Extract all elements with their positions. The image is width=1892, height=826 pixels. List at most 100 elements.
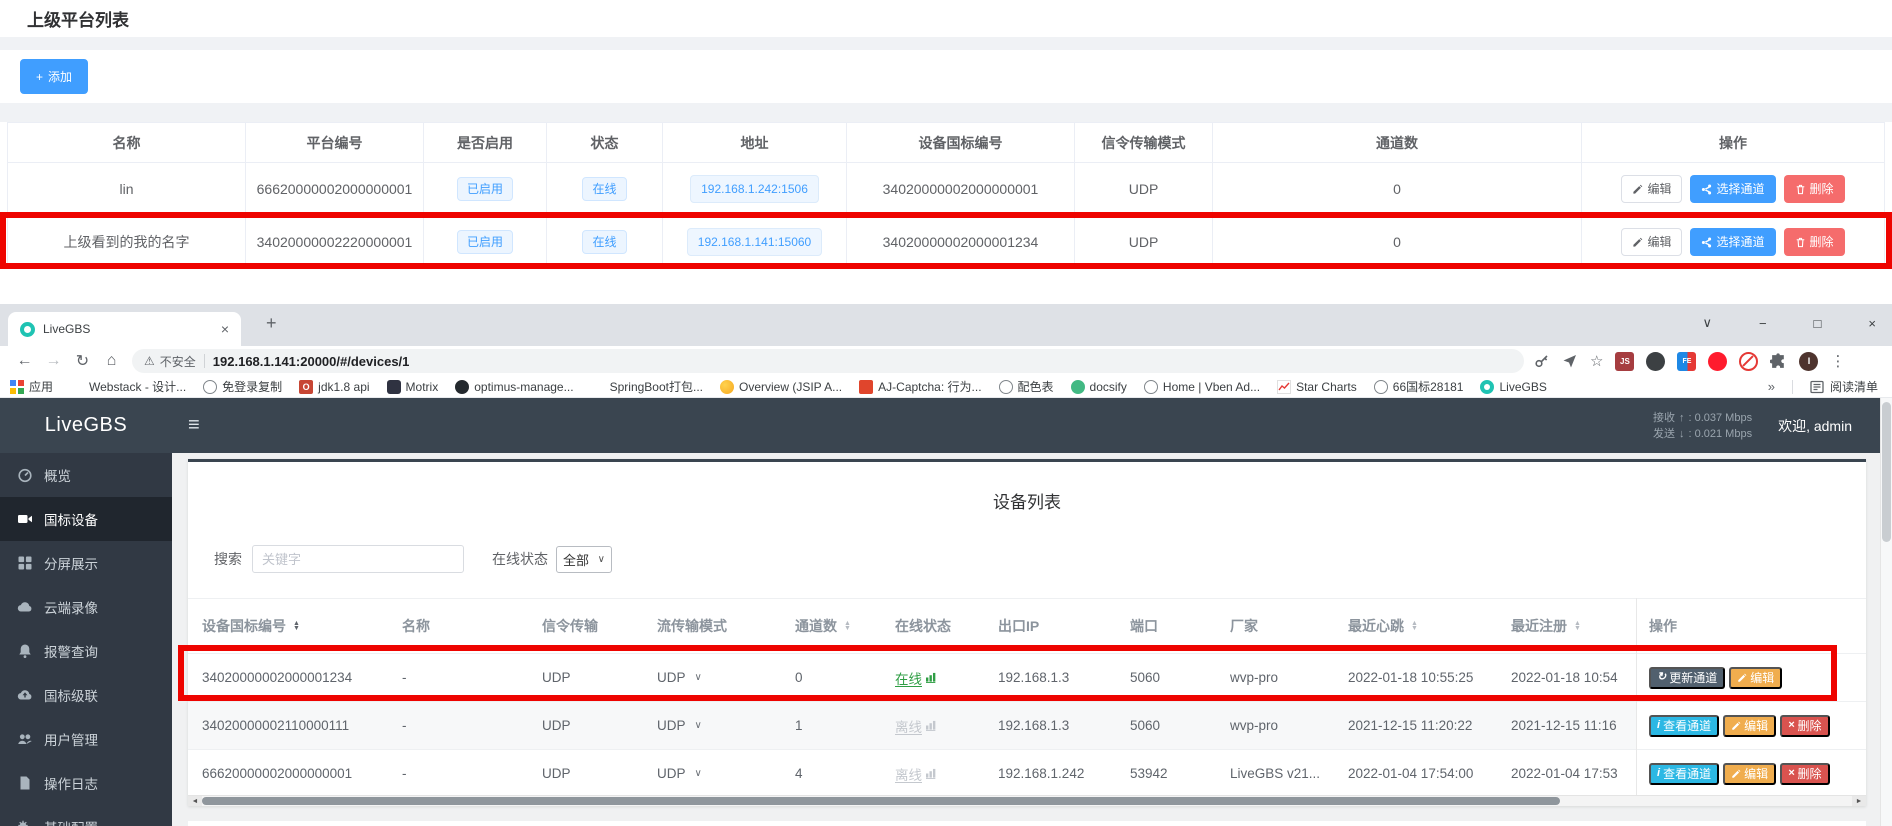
back-icon[interactable]: ← xyxy=(10,352,39,370)
bookmark-vben[interactable]: Home | Vben Ad... xyxy=(1144,380,1260,394)
bookmark-livegbs[interactable]: LiveGBS xyxy=(1480,380,1546,394)
window-close-icon[interactable]: × xyxy=(1868,316,1876,331)
edit-button[interactable]: 编辑 xyxy=(1723,715,1776,737)
bookmark-webstack[interactable]: Webstack - 设计... xyxy=(70,378,186,395)
horizontal-scrollbar[interactable]: ◄ ► xyxy=(188,795,1866,806)
chevron-down-icon: ∨ xyxy=(695,768,702,779)
edit-button[interactable]: 编辑 xyxy=(1621,175,1682,203)
bookmark-star-icon[interactable]: ☆ xyxy=(1590,352,1603,370)
status-offline-link[interactable]: 离线 xyxy=(895,764,937,784)
select-channel-button[interactable]: 选择通道 xyxy=(1690,228,1775,256)
extension-red-icon[interactable] xyxy=(1708,352,1727,371)
reading-list-button[interactable]: 阅读清单 xyxy=(1810,378,1878,395)
home-icon[interactable]: ⌂ xyxy=(97,352,126,370)
bookmark-springboot[interactable]: SpringBoot打包... xyxy=(591,378,703,395)
sidebar-item-operation-log[interactable]: 操作日志 xyxy=(0,761,172,805)
bookmark-jdk[interactable]: Ojdk1.8 api xyxy=(299,380,369,394)
hamburger-icon[interactable]: ≡ xyxy=(188,414,200,437)
extensions-puzzle-icon[interactable] xyxy=(1770,353,1787,370)
sort-icon[interactable]: ▲▼ xyxy=(293,621,300,631)
stream-mode-select[interactable]: UDP∨ xyxy=(657,718,795,733)
scroll-right-icon[interactable]: ► xyxy=(1852,796,1866,806)
sort-icon[interactable]: ▲▼ xyxy=(844,621,851,631)
device-gb-id: 34020000002000000001 xyxy=(883,181,1039,197)
minimize-icon[interactable]: − xyxy=(1759,316,1767,331)
edit-button[interactable]: 编辑 xyxy=(1621,228,1682,256)
status-online-link[interactable]: 在线 xyxy=(895,668,937,688)
welcome-user[interactable]: 欢迎, admin xyxy=(1778,416,1852,436)
globe-icon xyxy=(999,380,1013,394)
scrollbar-thumb[interactable] xyxy=(202,797,1560,805)
col-heartbeat[interactable]: 最近心跳▲▼ xyxy=(1348,616,1511,636)
edit-button[interactable]: 编辑 xyxy=(1723,763,1776,785)
add-button[interactable]: + 添加 xyxy=(20,59,88,94)
maximize-icon[interactable]: □ xyxy=(1814,316,1822,331)
browser-tab-livegbs[interactable]: LiveGBS × xyxy=(8,312,241,346)
col-device-id[interactable]: 设备国标编号▲▼ xyxy=(202,616,402,636)
bookmark-apps[interactable]: 应用 xyxy=(10,378,53,395)
sidebar-item-user-management[interactable]: 用户管理 xyxy=(0,717,172,761)
new-tab-button[interactable]: + xyxy=(266,313,277,334)
online-status-select[interactable]: 全部 ∨ xyxy=(556,546,612,573)
send-icon[interactable] xyxy=(1562,353,1578,369)
sort-icon[interactable]: ▲▼ xyxy=(1574,621,1581,631)
search-input[interactable] xyxy=(252,545,464,573)
sort-icon[interactable]: ▲▼ xyxy=(1411,621,1418,631)
delete-button[interactable]: ×删除 xyxy=(1780,715,1829,737)
col-channels[interactable]: 通道数▲▼ xyxy=(795,616,895,636)
online-status-label: 在线状态 xyxy=(492,549,548,569)
view-channels-button[interactable]: i查看通道 xyxy=(1649,763,1719,785)
sidebar-item-gb-devices[interactable]: 国标设备 xyxy=(0,497,172,541)
browser-menu-icon[interactable]: ⋮ xyxy=(1830,352,1845,370)
scroll-left-icon[interactable]: ◄ xyxy=(188,796,202,806)
bookmark-starcharts[interactable]: Star Charts xyxy=(1277,380,1357,394)
delete-button[interactable]: 删除 xyxy=(1784,175,1845,203)
col-channels: 通道数 xyxy=(1213,123,1582,163)
bookmark-optimus[interactable]: optimus-manage... xyxy=(455,380,573,394)
sidebar-item-basic-config[interactable]: 基础配置 xyxy=(0,805,172,826)
bookmark-docsify[interactable]: docsify xyxy=(1071,380,1127,394)
bookmark-motrix[interactable]: Motrix xyxy=(387,380,439,394)
sidebar-item-alarm-query[interactable]: 报警查询 xyxy=(0,629,172,673)
extension-mask-icon[interactable] xyxy=(1646,352,1665,371)
tab-close-icon[interactable]: × xyxy=(221,321,229,337)
stream-mode-select[interactable]: UDP∨ xyxy=(657,766,795,781)
security-status[interactable]: ⚠ 不安全 xyxy=(144,353,196,370)
delete-button[interactable]: 删除 xyxy=(1784,228,1845,256)
app-logo[interactable]: LiveGBS xyxy=(0,414,172,437)
extension-blocker-icon[interactable] xyxy=(1739,352,1758,371)
key-icon[interactable] xyxy=(1534,353,1550,369)
update-channels-button[interactable]: ↻更新通道 xyxy=(1649,667,1725,689)
select-channel-button[interactable]: 选择通道 xyxy=(1690,175,1775,203)
info-icon: i xyxy=(1657,768,1660,779)
bookmarks-bar: 应用 Webstack - 设计... 免登录复制 Ojdk1.8 api Mo… xyxy=(0,376,1892,398)
sidebar-item-gb-cascade[interactable]: 国标级联 xyxy=(0,673,172,717)
sidebar-item-overview[interactable]: 概览 xyxy=(0,453,172,497)
edit-button[interactable]: 编辑 xyxy=(1729,667,1782,689)
status-offline-link[interactable]: 离线 xyxy=(895,716,937,736)
profile-avatar[interactable]: I xyxy=(1799,352,1818,371)
stream-mode-select[interactable]: UDP∨ xyxy=(657,670,795,685)
col-device-id: 设备国标编号 xyxy=(847,123,1075,163)
extension-js-icon[interactable]: JS xyxy=(1615,352,1634,371)
scrollbar-thumb[interactable] xyxy=(1882,402,1891,542)
delete-button[interactable]: ×删除 xyxy=(1780,763,1829,785)
sidebar-item-cloud-recording[interactable]: 云端录像 xyxy=(0,585,172,629)
url-input[interactable]: ⚠ 不安全 192.168.1.141:20000/#/devices/1 xyxy=(132,349,1524,373)
bookmark-colors[interactable]: 配色表 xyxy=(999,378,1054,395)
bookmarks-overflow-icon[interactable]: » xyxy=(1768,379,1775,394)
col-vendor: 厂家 xyxy=(1230,616,1348,636)
tab-search-icon[interactable]: ∨ xyxy=(1702,315,1712,331)
forward-icon[interactable]: → xyxy=(39,352,68,370)
view-channels-button[interactable]: i查看通道 xyxy=(1649,715,1719,737)
reload-icon[interactable]: ↻ xyxy=(68,351,97,371)
col-registered[interactable]: 最近注册▲▼ xyxy=(1511,616,1631,636)
extension-fe-icon[interactable]: FE xyxy=(1677,352,1696,371)
col-actions: 操作 xyxy=(1582,123,1885,163)
bookmark-ajcaptcha[interactable]: AJ-Captcha: 行为... xyxy=(859,378,981,395)
bookmark-copy[interactable]: 免登录复制 xyxy=(203,378,282,395)
bookmark-gb28181[interactable]: 66国标28181 xyxy=(1374,378,1464,395)
vertical-scrollbar[interactable] xyxy=(1880,398,1892,826)
bookmark-overview[interactable]: Overview (JSIP A... xyxy=(720,380,842,394)
sidebar-item-split-screen[interactable]: 分屏展示 xyxy=(0,541,172,585)
